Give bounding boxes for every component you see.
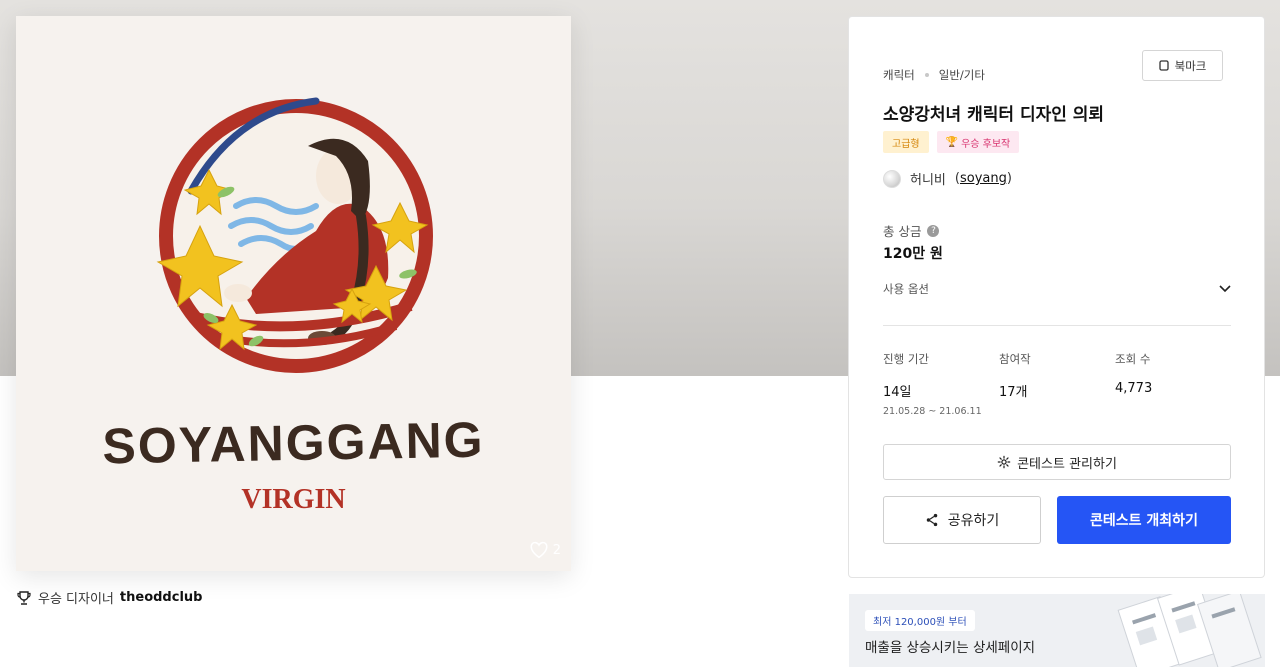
share-button[interactable]: 공유하기 bbox=[883, 496, 1041, 544]
premium-badge: 고급형 bbox=[883, 131, 929, 153]
logo-sub-text: VIRGIN bbox=[241, 484, 346, 515]
winner-candidate-label: 우승 후보작 bbox=[961, 138, 1011, 150]
like-count: 2 bbox=[552, 542, 561, 558]
trophy-emoji-icon: 🏆 bbox=[945, 136, 959, 148]
host-id[interactable]: soyang bbox=[960, 171, 1007, 186]
like-counter[interactable]: 2 bbox=[529, 541, 561, 559]
entries-value: 17개 bbox=[999, 385, 1028, 400]
winner-name[interactable]: theoddclub bbox=[120, 590, 203, 605]
host-info[interactable]: 허니비 (soyang) bbox=[883, 169, 1012, 188]
views-label: 조회 수 bbox=[1115, 352, 1151, 366]
promo-mockup-image bbox=[1117, 594, 1262, 667]
contest-info-panel: 캐릭터 일반/기타 북마크 소양강처녀 캐릭터 디자인 의뢰 고급형 🏆 우승 … bbox=[848, 16, 1265, 578]
bookmark-button[interactable]: 북마크 bbox=[1142, 50, 1223, 81]
views-value: 4,773 bbox=[1115, 381, 1153, 396]
heart-icon bbox=[530, 541, 548, 559]
contest-badges: 고급형 🏆 우승 후보작 bbox=[883, 131, 1020, 153]
winner-label: 우승 디자이너 bbox=[38, 592, 114, 607]
entries-label: 참여작 bbox=[999, 352, 1031, 366]
breadcrumb: 캐릭터 일반/기타 bbox=[883, 67, 985, 83]
promo-price-pill: 최저 120,000원 부터 bbox=[865, 610, 975, 631]
period-label: 진행 기간 bbox=[883, 352, 929, 366]
promo-banner[interactable]: 최저 120,000원 부터 매출을 상승시키는 상세페이지 bbox=[849, 594, 1265, 667]
manage-contest-label: 콘테스트 관리하기 bbox=[1017, 456, 1117, 472]
chevron-down-icon bbox=[1219, 285, 1231, 293]
breadcrumb-separator bbox=[924, 73, 929, 77]
stat-period: 진행 기간 14일 21.05.28 ~ 21.06.11 bbox=[883, 351, 982, 417]
logo-main-text: SOYANGGANG bbox=[101, 411, 486, 475]
gear-icon bbox=[997, 455, 1011, 469]
contest-artwork[interactable]: SOYANGGANG VIRGIN 2 bbox=[16, 16, 571, 571]
bookmark-icon bbox=[1158, 60, 1169, 71]
bookmark-label: 북마크 bbox=[1174, 58, 1207, 73]
period-value: 14일 bbox=[883, 385, 912, 400]
breadcrumb-category[interactable]: 캐릭터 bbox=[883, 67, 915, 83]
period-range: 21.05.28 ~ 21.06.11 bbox=[883, 406, 982, 417]
usage-options-toggle[interactable]: 사용 옵션 bbox=[883, 281, 1231, 297]
contest-title: 소양강처녀 캐릭터 디자인 의뢰 bbox=[883, 105, 1105, 125]
stat-views: 조회 수 4,773 bbox=[1115, 351, 1152, 396]
share-label: 공유하기 bbox=[947, 513, 1000, 529]
prize-value: 120만 원 bbox=[883, 246, 943, 262]
winner-candidate-badge: 🏆 우승 후보작 bbox=[936, 131, 1020, 153]
share-icon bbox=[926, 513, 937, 527]
help-icon[interactable]: ? bbox=[927, 224, 940, 237]
promo-headline: 매출을 상승시키는 상세페이지 bbox=[865, 640, 1036, 656]
usage-options-label: 사용 옵션 bbox=[883, 282, 929, 296]
winner-designer: 우승 디자이너 theoddclub bbox=[16, 588, 202, 607]
host-name: 허니비 bbox=[910, 173, 946, 188]
divider bbox=[883, 325, 1231, 326]
manage-contest-button[interactable]: 콘테스트 관리하기 bbox=[883, 444, 1231, 480]
host-avatar bbox=[883, 169, 901, 188]
host-contest-button[interactable]: 콘테스트 개최하기 bbox=[1057, 496, 1231, 544]
prize-label-row: 총 상금 ? bbox=[883, 221, 940, 240]
prize-label: 총 상금 bbox=[883, 224, 922, 239]
trophy-icon bbox=[17, 590, 31, 605]
stat-entries: 참여작 17개 bbox=[999, 351, 1031, 400]
breadcrumb-subcategory[interactable]: 일반/기타 bbox=[939, 67, 985, 83]
